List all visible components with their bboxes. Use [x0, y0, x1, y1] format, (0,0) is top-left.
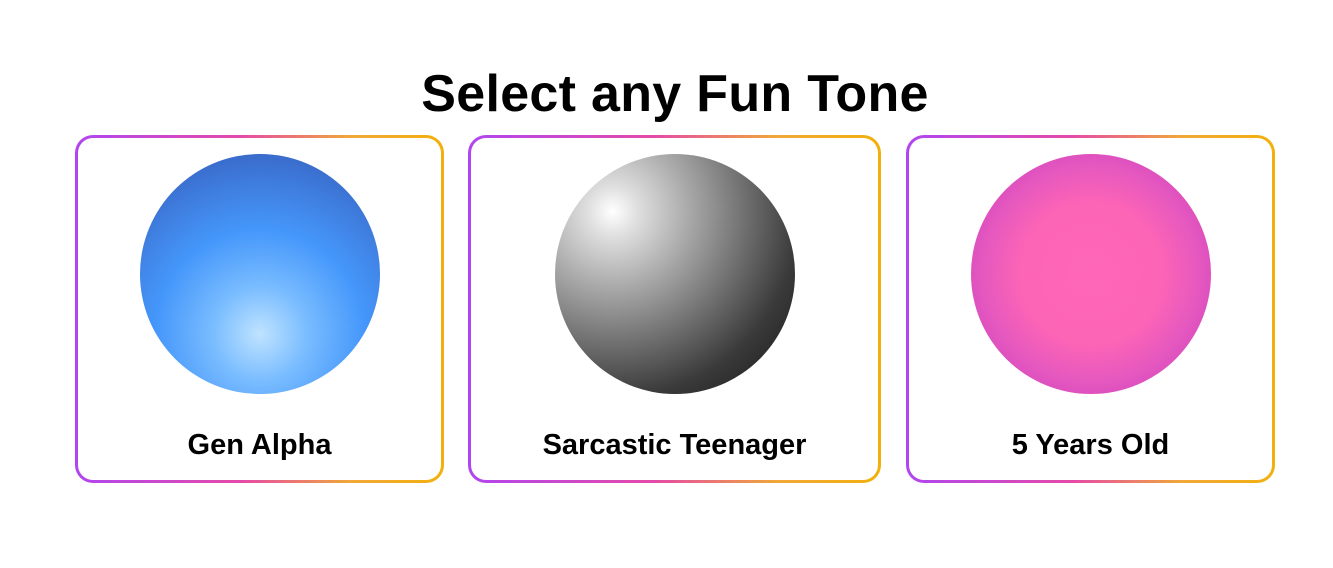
blue-orb-icon	[139, 154, 380, 394]
tone-card-sarcastic-teenager[interactable]: Sarcastic Teenager	[468, 135, 881, 483]
tone-card-5-years-old[interactable]: 5 Years Old	[906, 135, 1275, 483]
gray-orb-icon	[554, 154, 795, 394]
page-title: Select any Fun Tone	[421, 65, 929, 123]
tone-label: 5 Years Old	[1011, 429, 1170, 461]
pink-orb-icon	[970, 154, 1211, 394]
tone-label: Sarcastic Teenager	[542, 429, 807, 461]
tone-card-gen-alpha[interactable]: Gen Alpha	[75, 135, 444, 483]
tone-label: Gen Alpha	[187, 429, 332, 461]
tone-selector-page: Select any Fun Tone Gen Alpha Sarcastic …	[0, 0, 1333, 568]
